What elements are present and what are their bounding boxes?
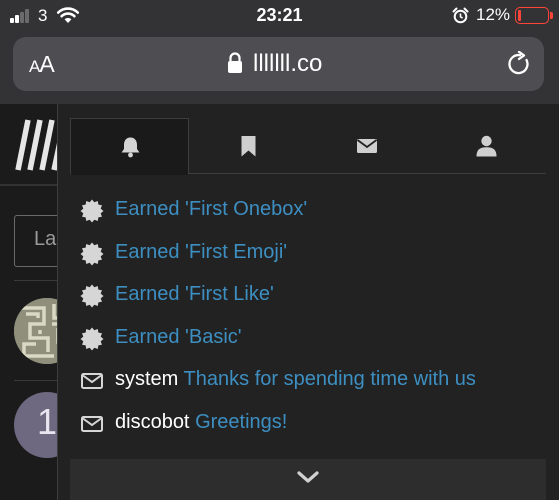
notification-link[interactable]: Earned 'First Emoji' <box>115 241 287 263</box>
notification-username: system <box>115 368 179 390</box>
bookmark-icon <box>241 136 256 157</box>
notification-link[interactable]: Thanks for spending time with us <box>184 368 476 390</box>
notification-link[interactable]: Earned 'First Onebox' <box>115 198 307 220</box>
notification-item[interactable]: Earned 'First Emoji' <box>80 240 550 270</box>
notification-text: Earned 'First Onebox' <box>115 198 307 221</box>
notification-item[interactable]: system Thanks for spending time with us <box>80 367 550 397</box>
user-menu-panel: Earned 'First Onebox' Earned 'First Emoji… <box>57 104 559 500</box>
notification-link[interactable]: Greetings! <box>195 411 287 433</box>
envelope-icon <box>356 139 378 153</box>
notification-item[interactable]: Earned 'First Onebox' <box>80 197 550 227</box>
envelope-icon <box>80 369 104 393</box>
tab-bookmarks[interactable] <box>189 118 308 174</box>
bell-icon <box>121 137 140 158</box>
divider <box>14 380 58 381</box>
avatar-letter: 1 <box>37 401 58 442</box>
notification-text: Earned 'First Emoji' <box>115 241 287 264</box>
tab-messages[interactable] <box>308 118 427 174</box>
chevron-down-icon <box>297 471 319 483</box>
notification-link[interactable]: Earned 'First Like' <box>115 283 274 305</box>
divider <box>14 280 58 281</box>
battery-percentage: 12% <box>476 5 511 24</box>
text-size-button[interactable]: AA <box>29 51 55 78</box>
site-logo[interactable] <box>14 112 60 178</box>
text-size-label: A <box>39 51 54 77</box>
notification-username: discobot <box>115 410 190 433</box>
badge-icon <box>80 327 104 351</box>
badge-icon <box>80 199 104 223</box>
notification-text: system Thanks for spending time with us <box>115 368 476 391</box>
battery-level <box>518 10 521 21</box>
user-icon <box>476 135 497 157</box>
lock-icon <box>228 52 242 73</box>
tab-notifications[interactable] <box>70 118 189 175</box>
notification-text: Earned 'Basic' <box>115 326 242 349</box>
menu-tabs <box>70 118 546 175</box>
notification-text: discobot Greetings! <box>115 411 287 434</box>
notification-link[interactable]: Earned 'Basic' <box>115 326 242 348</box>
badge-icon <box>80 284 104 308</box>
tab-profile[interactable] <box>427 118 546 174</box>
battery-icon <box>515 7 549 24</box>
notification-item[interactable]: Earned 'Basic' <box>80 325 550 355</box>
badge-icon <box>80 242 104 266</box>
battery-cap <box>550 12 553 19</box>
envelope-icon <box>80 412 104 436</box>
notification-item[interactable]: discobot Greetings! <box>80 410 550 440</box>
page-input-text: La <box>34 228 57 250</box>
url-text[interactable]: lllllll.co <box>253 50 322 78</box>
show-more-button[interactable] <box>70 459 546 500</box>
address-bar[interactable]: AA lllllll.co <box>13 37 544 91</box>
alarm-icon <box>452 7 469 24</box>
notification-text: Earned 'First Like' <box>115 283 274 306</box>
status-bar: 3 23:21 12% <box>0 0 559 32</box>
reload-icon[interactable] <box>506 51 532 77</box>
browser-toolbar: AA lllllll.co <box>0 32 559 104</box>
header-divider <box>0 184 58 186</box>
notification-item[interactable]: Earned 'First Like' <box>80 282 550 312</box>
